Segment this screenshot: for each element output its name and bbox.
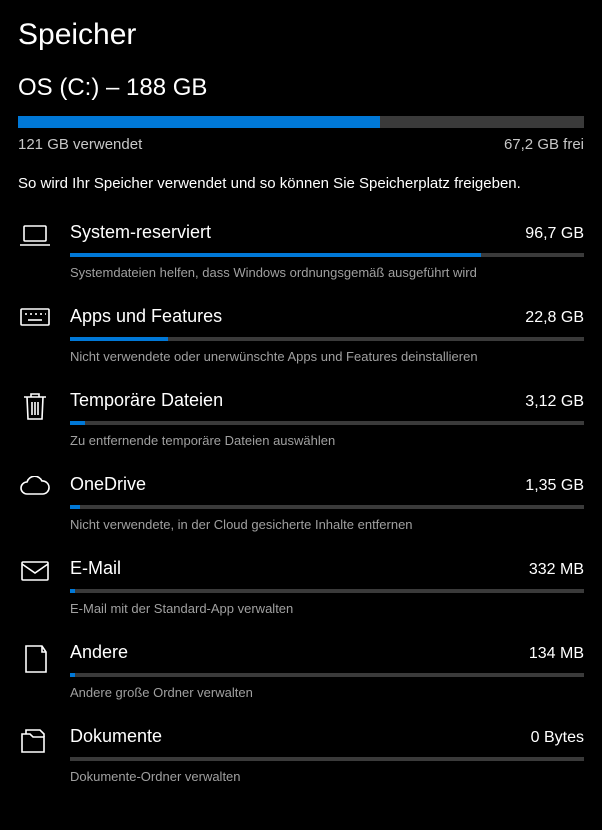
drive-title: OS (C:) – 188 GB xyxy=(18,74,584,102)
category-name: Andere xyxy=(70,642,128,663)
category-temp-files[interactable]: Temporäre Dateien 3,12 GB Zu entfernende… xyxy=(18,390,584,448)
category-size: 96,7 GB xyxy=(525,225,584,243)
category-name: Dokumente xyxy=(70,726,162,747)
category-size: 1,35 GB xyxy=(525,477,584,495)
category-bar xyxy=(70,505,584,509)
category-onedrive[interactable]: OneDrive 1,35 GB Nicht verwendete, in de… xyxy=(18,474,584,532)
category-apps-features[interactable]: Apps und Features 22,8 GB Nicht verwende… xyxy=(18,306,584,364)
free-label: 67,2 GB frei xyxy=(504,136,584,153)
category-desc: Nicht verwendete, in der Cloud gesichert… xyxy=(70,517,584,532)
category-desc: Systemdateien helfen, dass Windows ordnu… xyxy=(70,265,584,280)
storage-bar xyxy=(18,116,584,128)
category-other[interactable]: Andere 134 MB Andere große Ordner verwal… xyxy=(18,642,584,700)
category-name: OneDrive xyxy=(70,474,146,495)
category-bar xyxy=(70,253,584,257)
trash-icon xyxy=(18,390,52,448)
category-size: 134 MB xyxy=(529,645,584,663)
storage-bar-fill xyxy=(18,116,380,128)
page-title: Speicher xyxy=(18,18,584,52)
category-name: System-reserviert xyxy=(70,222,211,243)
category-size: 3,12 GB xyxy=(525,393,584,411)
folder-icon xyxy=(18,642,52,700)
mail-icon xyxy=(18,558,52,616)
keyboard-icon xyxy=(18,306,52,364)
category-size: 22,8 GB xyxy=(525,309,584,327)
category-documents[interactable]: Dokumente 0 Bytes Dokumente-Ordner verwa… xyxy=(18,726,584,784)
used-label: 121 GB verwendet xyxy=(18,136,142,153)
category-system-reserved[interactable]: System-reserviert 96,7 GB Systemdateien … xyxy=(18,222,584,280)
category-name: Apps und Features xyxy=(70,306,222,327)
category-bar xyxy=(70,589,584,593)
category-bar xyxy=(70,421,584,425)
category-size: 0 Bytes xyxy=(531,729,584,747)
laptop-icon xyxy=(18,222,52,280)
category-desc: E-Mail mit der Standard-App verwalten xyxy=(70,601,584,616)
category-size: 332 MB xyxy=(529,561,584,579)
cloud-icon xyxy=(18,474,52,532)
category-desc: Zu entfernende temporäre Dateien auswähl… xyxy=(70,433,584,448)
documents-icon xyxy=(18,726,52,784)
category-bar xyxy=(70,337,584,341)
category-bar xyxy=(70,673,584,677)
intro-text: So wird Ihr Speicher verwendet und so kö… xyxy=(18,173,584,196)
category-desc: Andere große Ordner verwalten xyxy=(70,685,584,700)
category-desc: Nicht verwendete oder unerwünschte Apps … xyxy=(70,349,584,364)
category-bar xyxy=(70,757,584,761)
category-email[interactable]: E-Mail 332 MB E-Mail mit der Standard-Ap… xyxy=(18,558,584,616)
category-name: Temporäre Dateien xyxy=(70,390,223,411)
category-name: E-Mail xyxy=(70,558,121,579)
category-desc: Dokumente-Ordner verwalten xyxy=(70,769,584,784)
